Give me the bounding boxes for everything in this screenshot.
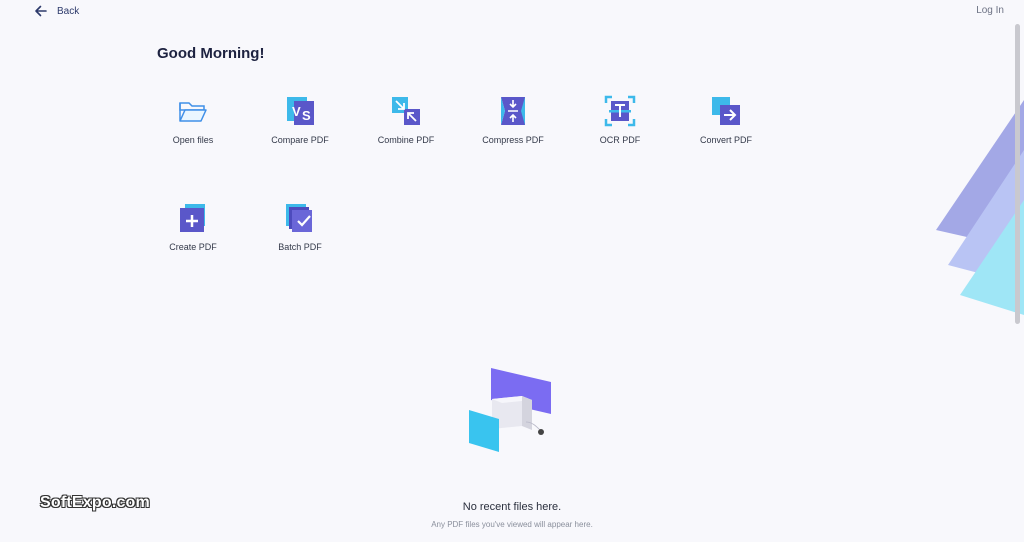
tool-label: Compare PDF — [271, 135, 329, 145]
tool-label: Convert PDF — [699, 135, 752, 145]
svg-text:V: V — [292, 104, 301, 119]
tool-compress-pdf[interactable]: Compress PDF — [460, 92, 566, 154]
tool-label: Combine PDF — [377, 135, 435, 145]
create-plus-icon — [180, 204, 205, 232]
compress-icon — [501, 97, 525, 125]
tools-grid: Open files V S Compare PDF Combine PDF C… — [140, 92, 790, 262]
tool-combine-pdf[interactable]: Combine PDF — [353, 92, 459, 154]
tool-label: Batch PDF — [278, 242, 322, 252]
empty-state-illustration — [469, 368, 551, 452]
empty-state-subtitle: Any PDF files you've viewed will appear … — [431, 520, 593, 529]
tool-label: Create PDF — [169, 242, 217, 252]
top-bar: Back Log In — [0, 0, 1024, 24]
empty-state-title: No recent files here. — [462, 501, 562, 513]
back-button[interactable]: Back — [34, 4, 79, 18]
tool-label: Compress PDF — [482, 135, 544, 145]
login-button[interactable]: Log In — [976, 5, 1004, 16]
tool-label: OCR PDF — [599, 135, 641, 145]
tool-create-pdf[interactable]: Create PDF — [140, 199, 246, 261]
ocr-scan-icon — [604, 95, 636, 127]
watermark: SoftExpo.com — [40, 494, 150, 511]
decorative-shapes — [936, 100, 1024, 315]
tool-open-files[interactable]: Open files — [140, 92, 246, 154]
folder-open-icon — [179, 102, 207, 122]
greeting-heading: Good Morning! — [157, 45, 265, 62]
tool-compare-pdf[interactable]: V S Compare PDF — [247, 92, 353, 154]
tool-label: Open files — [172, 135, 214, 145]
back-label: Back — [57, 5, 80, 17]
tool-ocr-pdf[interactable]: OCR PDF — [567, 92, 673, 154]
tool-convert-pdf[interactable]: Convert PDF — [673, 92, 779, 154]
svg-text:S: S — [302, 108, 311, 123]
tool-batch-pdf[interactable]: Batch PDF — [247, 199, 353, 261]
convert-arrow-icon — [712, 97, 740, 125]
compare-vs-icon: V S — [287, 97, 314, 125]
batch-check-icon — [286, 204, 312, 232]
arrow-left-icon — [35, 5, 47, 17]
combine-arrows-icon — [392, 97, 420, 125]
vertical-scrollbar[interactable] — [1015, 24, 1020, 324]
